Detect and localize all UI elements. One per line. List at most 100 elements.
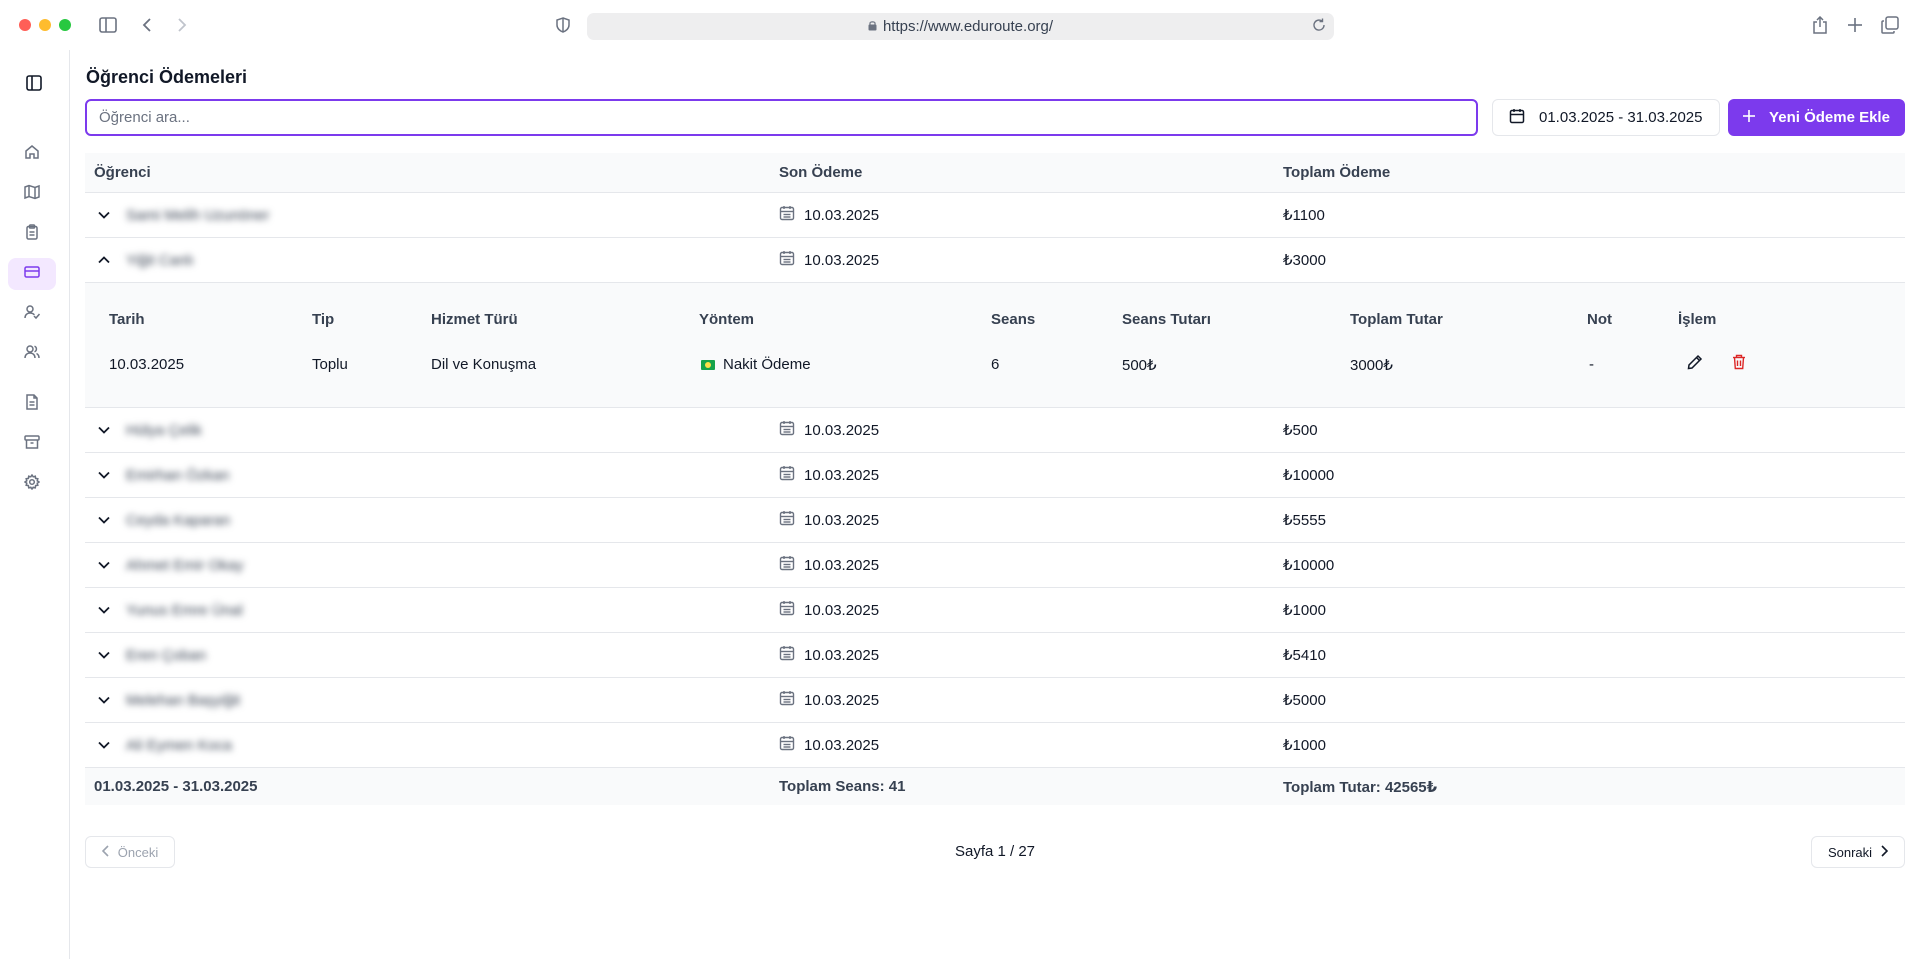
sidebar-item-map[interactable] xyxy=(8,178,56,210)
table-row[interactable]: Yunus Emre Ünal 10.03.2025 ₺1000 xyxy=(85,588,1905,633)
table-row[interactable]: Sami Melih Uzunöner 10.03.2025 ₺1100 xyxy=(85,193,1905,238)
table-row[interactable]: Emirhan Özkan 10.03.2025 ₺10000 xyxy=(85,453,1905,498)
panel-toggle-icon[interactable] xyxy=(22,71,46,95)
add-payment-label: Yeni Ödeme Ekle xyxy=(1769,109,1890,126)
chevron-down-icon[interactable] xyxy=(94,735,114,755)
sidebar-toggle-icon[interactable] xyxy=(96,13,120,37)
chevron-down-icon[interactable] xyxy=(94,510,114,530)
header-student: Öğrenci xyxy=(94,164,151,181)
edit-payment-button[interactable] xyxy=(1687,354,1703,374)
user-check-icon xyxy=(24,304,41,325)
cash-icon xyxy=(701,359,715,370)
next-page-button[interactable]: Sonraki xyxy=(1811,836,1905,868)
minimize-window-button[interactable] xyxy=(39,19,51,31)
last-payment-cell: 10.03.2025 xyxy=(779,420,1283,440)
maximize-window-button[interactable] xyxy=(59,19,71,31)
last-payment-date: 10.03.2025 xyxy=(804,251,880,269)
lock-icon xyxy=(868,20,877,34)
close-window-button[interactable] xyxy=(19,19,31,31)
last-payment-date: 10.03.2025 xyxy=(804,556,880,574)
table-row[interactable]: Ceyda Kaparan 10.03.2025 ₺5555 xyxy=(85,498,1905,543)
table-row[interactable]: Yiğit Canlı 10.03.2025 ₺3000 xyxy=(85,238,1905,283)
sidebar-item-settings[interactable] xyxy=(8,468,56,500)
last-payment-cell: 10.03.2025 xyxy=(779,465,1283,485)
chevron-down-icon[interactable] xyxy=(94,600,114,620)
plus-icon xyxy=(1743,109,1756,126)
total-payment: ₺5000 xyxy=(1283,692,1326,709)
chevron-down-icon[interactable] xyxy=(94,465,114,485)
table-row[interactable]: Eren Çoban 10.03.2025 ₺5410 xyxy=(85,633,1905,678)
detail-sessions: 6 xyxy=(991,356,1000,373)
detail-header-date: Tarih xyxy=(109,311,145,328)
reload-icon[interactable] xyxy=(1312,18,1326,36)
calendar-icon xyxy=(1509,108,1525,128)
table-row[interactable]: Ali Eymen Koca 10.03.2025 ₺1000 xyxy=(85,723,1905,768)
student-cell: Melehan Başyiğit xyxy=(85,690,779,710)
student-name: Yunus Emre Ünal xyxy=(126,601,243,619)
table-row[interactable]: Hülya Çelik 10.03.2025 ₺500 xyxy=(85,408,1905,453)
table-row[interactable]: Ahmet Emir Okay 10.03.2025 ₺10000 xyxy=(85,543,1905,588)
detail-type: Toplu xyxy=(312,356,348,373)
browser-toolbar: https://www.eduroute.org/ xyxy=(0,0,1920,50)
last-payment-date: 10.03.2025 xyxy=(804,466,880,484)
sidebar-item-archive[interactable] xyxy=(8,428,56,460)
last-payment-cell: 10.03.2025 xyxy=(779,205,1283,225)
footer-date-range: 01.03.2025 - 31.03.2025 xyxy=(94,778,258,795)
payments-table: Öğrenci Son Ödeme Toplam Ödeme Sami Meli… xyxy=(85,153,1905,805)
sidebar-item-students[interactable] xyxy=(8,338,56,370)
detail-note: - xyxy=(1589,356,1594,373)
student-name: Eren Çoban xyxy=(126,646,207,664)
share-icon[interactable] xyxy=(1808,13,1832,37)
new-tab-icon[interactable] xyxy=(1843,13,1867,37)
tabs-overview-icon[interactable] xyxy=(1878,13,1902,37)
sidebar-item-attendance[interactable] xyxy=(8,298,56,330)
student-search-input[interactable] xyxy=(85,99,1478,136)
calendar-icon xyxy=(779,510,795,530)
last-payment-cell: 10.03.2025 xyxy=(779,690,1283,710)
detail-header-service: Hizmet Türü xyxy=(431,311,518,328)
trash-icon xyxy=(1732,354,1746,374)
chevron-down-icon[interactable] xyxy=(94,205,114,225)
sidebar-item-payments[interactable] xyxy=(8,258,56,290)
total-payment: ₺3000 xyxy=(1283,252,1326,269)
page-indicator: Sayfa 1 / 27 xyxy=(954,843,1036,860)
student-name: Ahmet Emir Okay xyxy=(126,556,244,574)
header-last-payment: Son Ödeme xyxy=(779,164,863,181)
student-name: Sami Melih Uzunöner xyxy=(126,206,270,224)
detail-header-note: Not xyxy=(1587,311,1612,328)
add-payment-button[interactable]: Yeni Ödeme Ekle xyxy=(1728,99,1905,136)
sidebar-item-reports[interactable] xyxy=(8,388,56,420)
chevron-down-icon[interactable] xyxy=(94,690,114,710)
student-cell: Emirhan Özkan xyxy=(85,465,779,485)
table-footer: 01.03.2025 - 31.03.2025 Toplam Seans: 41… xyxy=(85,768,1905,805)
student-name: Melehan Başyiğit xyxy=(126,691,241,709)
page-title: Öğrenci Ödemeleri xyxy=(86,67,248,87)
sidebar-item-home[interactable] xyxy=(8,138,56,170)
back-icon[interactable] xyxy=(135,13,159,37)
home-icon xyxy=(24,144,40,165)
calendar-icon xyxy=(779,555,795,575)
last-payment-cell: 10.03.2025 xyxy=(779,555,1283,575)
detail-date: 10.03.2025 xyxy=(109,356,185,373)
pencil-icon xyxy=(1687,354,1703,374)
forward-icon[interactable] xyxy=(170,13,194,37)
chevron-down-icon[interactable] xyxy=(94,555,114,575)
address-bar[interactable]: https://www.eduroute.org/ xyxy=(587,13,1334,40)
total-payment: ₺5410 xyxy=(1283,647,1326,664)
last-payment-cell: 10.03.2025 xyxy=(779,510,1283,530)
date-range-label: 01.03.2025 - 31.03.2025 xyxy=(1539,109,1703,126)
chevron-down-icon[interactable] xyxy=(94,420,114,440)
delete-payment-button[interactable] xyxy=(1732,354,1746,374)
chevron-down-icon[interactable] xyxy=(94,645,114,665)
footer-total-amount: Toplam Tutar: 42565₺ xyxy=(1283,778,1438,796)
chevron-up-icon[interactable] xyxy=(94,250,114,270)
sidebar-item-clipboard[interactable] xyxy=(8,218,56,250)
detail-header-sessions: Seans xyxy=(991,311,1036,328)
date-range-picker[interactable]: 01.03.2025 - 31.03.2025 xyxy=(1492,99,1720,136)
total-payment: ₺1000 xyxy=(1283,737,1326,754)
footer-total-sessions: Toplam Seans: 41 xyxy=(779,778,906,795)
shield-icon[interactable] xyxy=(551,13,575,37)
calendar-icon xyxy=(779,735,795,755)
detail-service: Dil ve Konuşma xyxy=(431,356,537,373)
table-row[interactable]: Melehan Başyiğit 10.03.2025 ₺5000 xyxy=(85,678,1905,723)
